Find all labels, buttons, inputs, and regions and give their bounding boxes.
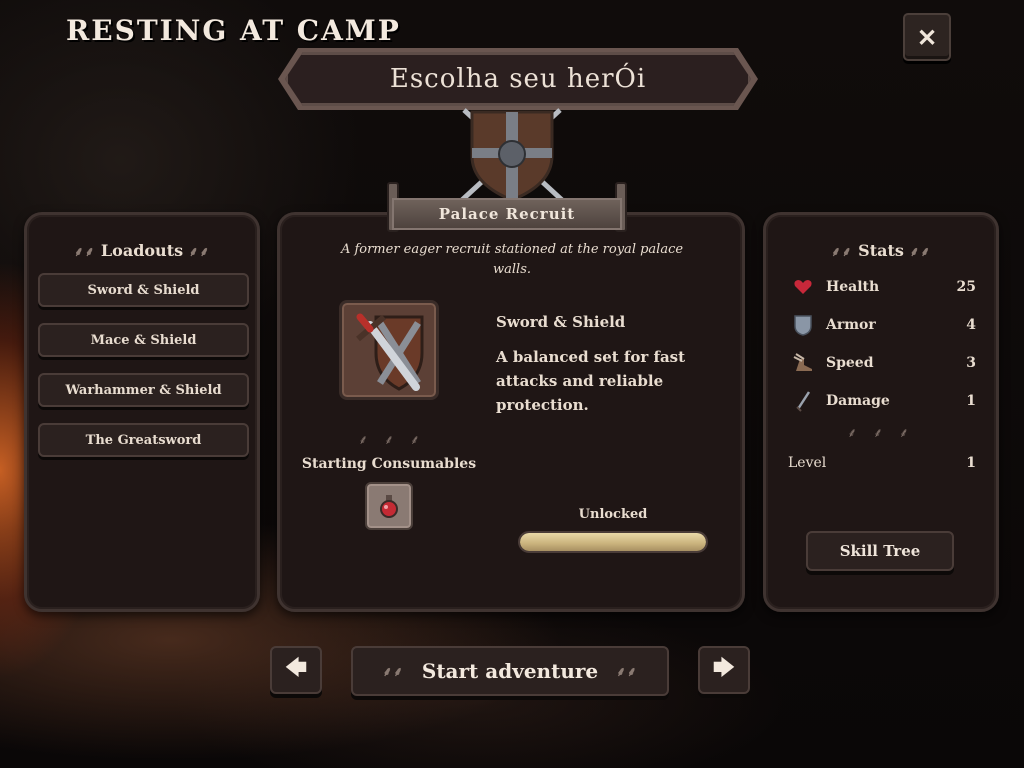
- loadout-greatsword-button[interactable]: The Greatsword: [38, 423, 249, 457]
- unlock-progress-bar: [518, 531, 708, 553]
- stat-row-level: Level 1: [788, 452, 976, 474]
- stats-ornament-icon: ⸙ ⸙ ⸙: [847, 426, 915, 441]
- stats-header: ⸙⸙ Stats ⸙⸙: [766, 241, 996, 260]
- stats-title: Stats: [858, 241, 904, 260]
- hero-name-ribbon: Palace Recruit: [392, 198, 622, 230]
- weapon-description: A balanced set for fast attacks and reli…: [496, 348, 686, 414]
- screen-title: RESTING AT CAMP: [66, 14, 401, 47]
- loadout-mace-shield-button[interactable]: Mace & Shield: [38, 323, 249, 357]
- weapon-name: Sword & Shield: [496, 313, 626, 331]
- stat-name: Health: [826, 279, 880, 295]
- stat-name: Speed: [826, 355, 874, 371]
- loadouts-panel: ⸙⸙ Loadouts ⸙⸙ Sword & Shield Mace & Shi…: [24, 212, 260, 612]
- stat-row-speed: Speed 3: [790, 352, 976, 374]
- stat-value: 25: [956, 279, 976, 295]
- shield-crest-icon: [460, 108, 564, 202]
- stat-row-health: Health 25: [790, 276, 976, 298]
- start-adventure-button[interactable]: ⸙⸙ Start adventure ⸙⸙: [351, 646, 669, 696]
- close-icon: ✕: [916, 22, 938, 52]
- loadout-sword-shield-button[interactable]: Sword & Shield: [38, 273, 249, 307]
- stat-name: Damage: [826, 393, 890, 409]
- hero-description: A former eager recruit stationed at the …: [340, 242, 684, 277]
- next-hero-button[interactable]: 🡆: [698, 646, 750, 694]
- loadout-warhammer-shield-button[interactable]: Warhammer & Shield: [38, 373, 249, 407]
- dagger-icon: [790, 390, 816, 412]
- close-button[interactable]: ✕: [903, 13, 951, 61]
- hero-banner: Escolha seu herÓi: [285, 52, 751, 106]
- level-value: 1: [966, 455, 976, 471]
- consumables-label: Starting Consumables: [301, 456, 477, 472]
- sword-and-shield-icon: [356, 313, 424, 391]
- ornament-icon: ⸙⸙: [909, 245, 931, 260]
- ornament-icon: ⸙⸙: [616, 665, 638, 680]
- unlock-status-label: Unlocked: [578, 507, 648, 522]
- winged-boot-icon: [790, 352, 816, 374]
- ornament-icon: ⸙⸙: [188, 245, 211, 260]
- start-adventure-label: Start adventure: [421, 659, 599, 683]
- stat-value: 1: [966, 393, 976, 409]
- stat-value: 4: [966, 317, 976, 333]
- ornament-icon: ⸙⸙: [382, 665, 404, 680]
- heart-icon: [790, 276, 816, 298]
- armor-icon: [790, 314, 816, 336]
- ornament-icon: ⸙⸙: [73, 245, 96, 260]
- stat-value: 3: [966, 355, 976, 371]
- weapon-portrait: [339, 300, 439, 400]
- previous-hero-button[interactable]: 🡄: [270, 646, 322, 694]
- consumable-slot[interactable]: [365, 482, 413, 530]
- stat-row-armor: Armor 4: [790, 314, 976, 336]
- level-label: Level: [788, 455, 827, 471]
- stat-row-damage: Damage 1: [790, 390, 976, 412]
- red-potion-icon: [380, 495, 398, 518]
- arrow-right-icon: 🡆: [712, 656, 736, 681]
- consumables-ornament-icon: ⸙ ⸙ ⸙: [358, 433, 426, 448]
- unlock-progress-fill: [520, 533, 706, 551]
- arrow-left-icon: 🡄: [284, 656, 308, 681]
- stat-name: Armor: [826, 317, 876, 333]
- skill-tree-button[interactable]: Skill Tree: [806, 531, 954, 571]
- loadouts-header: ⸙⸙ Loadouts ⸙⸙: [27, 241, 257, 260]
- loadouts-title: Loadouts: [100, 241, 184, 260]
- banner-title: Escolha seu herÓi: [389, 64, 647, 94]
- ornament-icon: ⸙⸙: [831, 245, 853, 260]
